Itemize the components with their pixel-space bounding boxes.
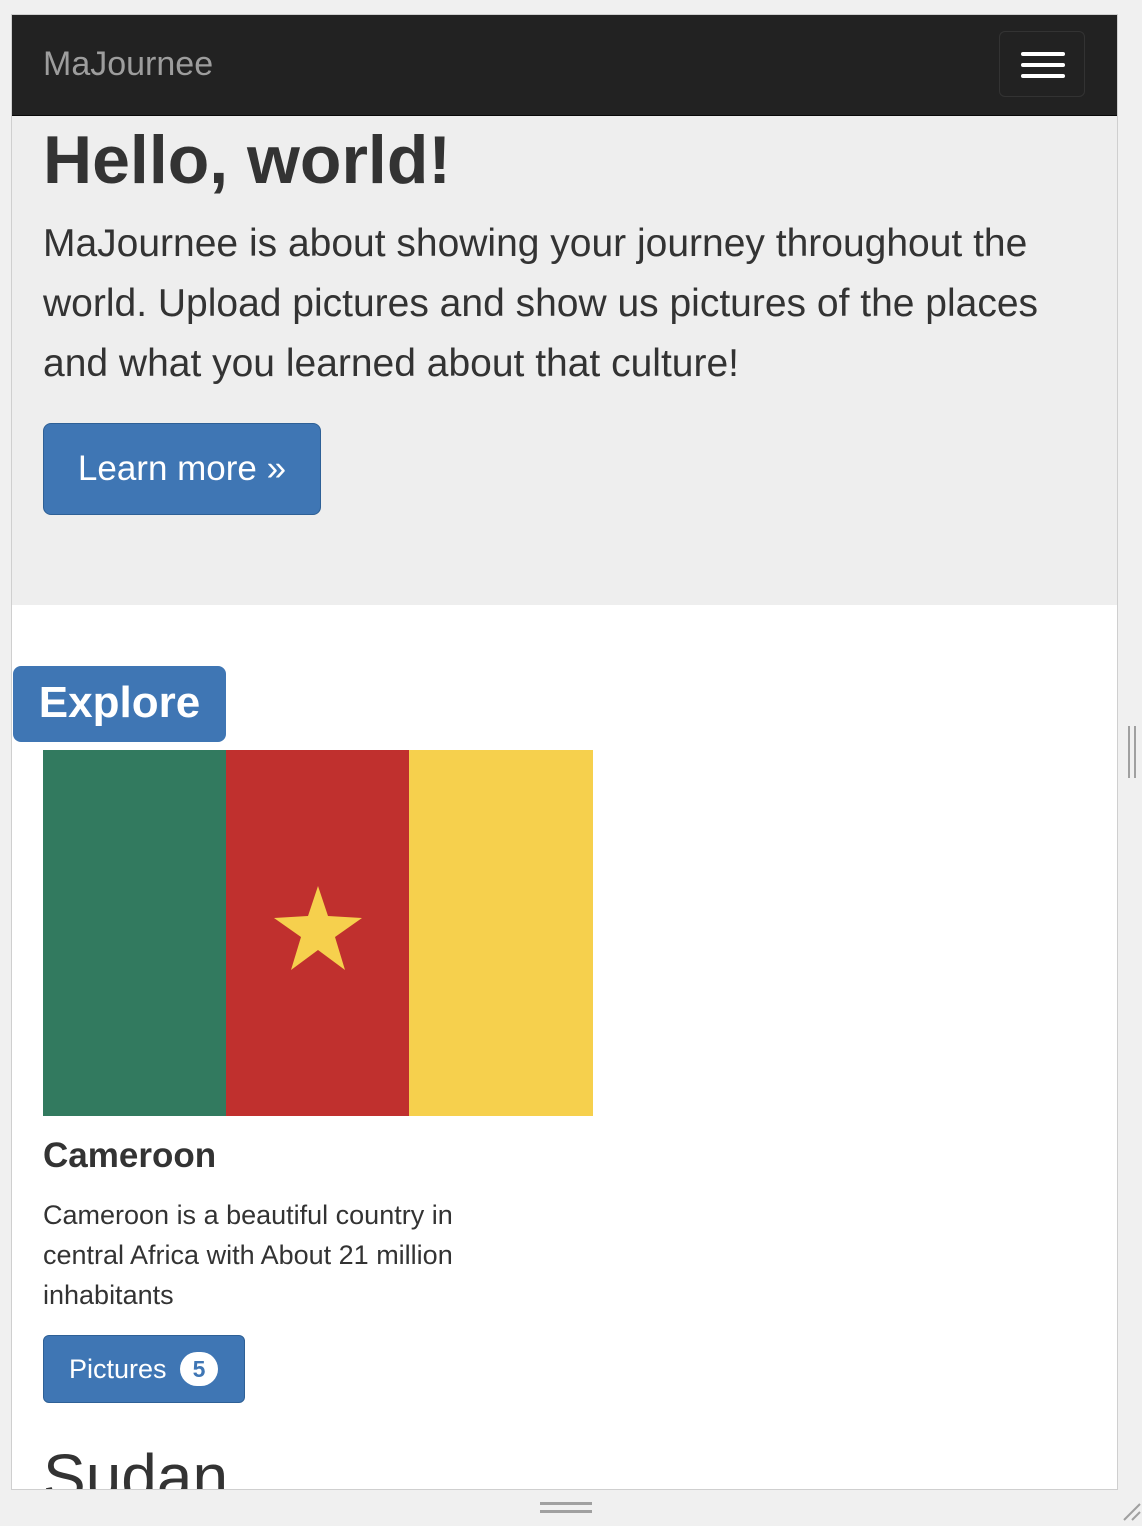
navbar-brand[interactable]: MaJournee [43, 43, 213, 85]
corner-resize-icon[interactable] [1120, 1500, 1142, 1522]
navbar-toggle-button[interactable] [999, 31, 1085, 97]
cameroon-flag-icon [43, 750, 593, 1116]
country-description: Cameroon is a beautiful country in centr… [43, 1200, 453, 1310]
jumbotron: Hello, world! MaJournee is about showing… [12, 116, 1117, 605]
navbar: MaJournee [12, 15, 1117, 116]
side-resize-handle[interactable] [1128, 726, 1136, 778]
country-title: Sudan [43, 1441, 229, 1490]
jumbotron-heading: Hello, world! [43, 122, 451, 198]
jumbotron-lead: MaJournee is about showing your journey … [43, 222, 1039, 385]
pictures-count-badge: 5 [180, 1352, 218, 1386]
pictures-button-label: Pictures [69, 1354, 167, 1384]
pictures-button[interactable]: Pictures 5 [43, 1335, 245, 1403]
explore-label: Explore [13, 666, 226, 742]
hamburger-icon [1021, 52, 1065, 56]
bottom-resize-handle[interactable] [540, 1502, 592, 1514]
learn-more-button[interactable]: Learn more » [43, 423, 321, 515]
browser-viewport: MaJournee Hello, world! MaJournee is abo… [11, 14, 1118, 1490]
country-title: Cameroon [43, 1136, 217, 1175]
